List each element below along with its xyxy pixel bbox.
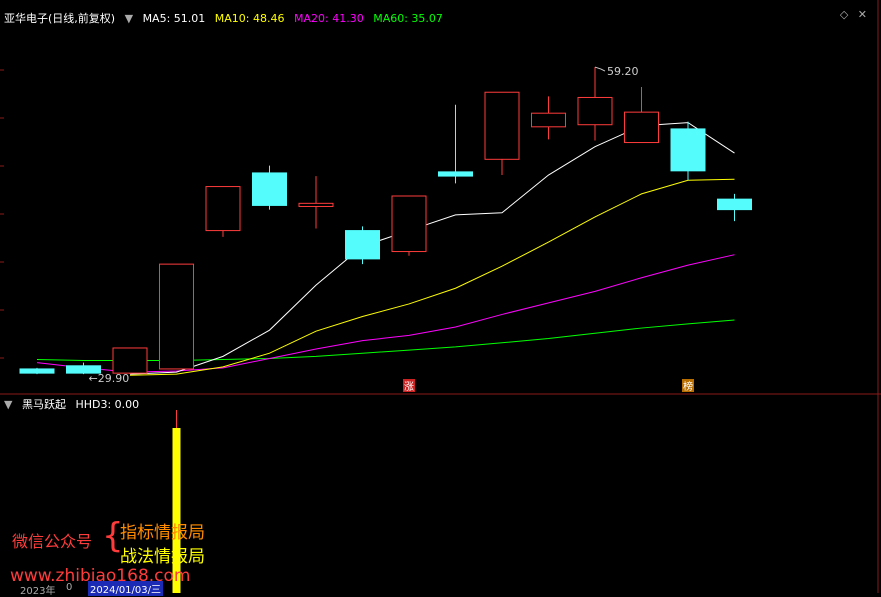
- candle-body: [205, 186, 241, 232]
- footer-zero: 0: [66, 582, 73, 593]
- expand-diamond-icon[interactable]: ◇: [840, 8, 848, 21]
- candle-body: [624, 111, 659, 144]
- watermark-line2: 战法情报局: [120, 547, 205, 567]
- candle-body: [531, 112, 566, 128]
- indicator-header: ▼ 黑马跃起 HHD3: 0.00: [4, 396, 145, 412]
- cursor-date: 2024/01/03/三: [88, 581, 164, 596]
- high-price-label: 59.20: [607, 65, 639, 78]
- indicator-menu-icon[interactable]: ▼: [4, 398, 12, 411]
- ma20-label: MA20: 41.30: [294, 12, 364, 25]
- watermark-line1: 指标情报局: [120, 523, 205, 543]
- candle-body: [717, 198, 752, 211]
- high-pointer: [594, 66, 606, 72]
- candle-body: [438, 171, 473, 177]
- close-icon[interactable]: ✕: [858, 8, 867, 21]
- chart-header: 亚华电子(日线,前复权) ▼ MA5: 51.01 MA10: 48.46 MA…: [4, 10, 449, 26]
- candle-body: [298, 202, 334, 207]
- candle-body: [391, 195, 427, 253]
- indicator-value: HHD3: 0.00: [75, 398, 140, 411]
- candle-body: [670, 128, 706, 172]
- ma5-line: [129, 122, 735, 375]
- ma5-label: MA5: 51.01: [142, 12, 206, 25]
- candle-body: [484, 91, 520, 160]
- indicator-name[interactable]: 黑马跃起: [22, 398, 66, 411]
- settings-icon[interactable]: ▼: [125, 12, 133, 25]
- low-price-label: ←29.90: [89, 372, 130, 385]
- candle-body: [345, 230, 380, 260]
- chart-canvas[interactable]: 59.20 ←29.90 涨 榜: [0, 0, 881, 593]
- candle-body: [252, 172, 287, 206]
- candle-body: [577, 96, 613, 126]
- candle-body: [159, 263, 194, 370]
- candle-body: [112, 347, 148, 374]
- limit-up-badge-text: 涨: [404, 381, 414, 393]
- panel-controls: ◇ ✕: [840, 8, 873, 21]
- candle-body: [19, 368, 55, 374]
- watermark-label: 微信公众号: [12, 532, 93, 551]
- ma60-label: MA60: 35.07: [373, 12, 443, 25]
- footer-year: 2023年: [20, 586, 56, 597]
- ma10-label: MA10: 48.46: [214, 12, 285, 25]
- rank-badge-text: 榜: [683, 380, 693, 393]
- stock-title[interactable]: 亚华电子(日线,前复权): [4, 12, 115, 25]
